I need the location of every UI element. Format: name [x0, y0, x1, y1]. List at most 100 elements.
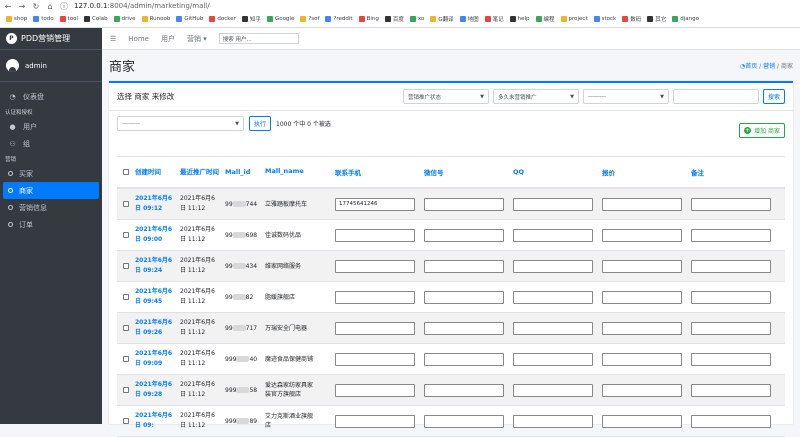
user-panel[interactable]: admin [0, 50, 102, 82]
wechat-field[interactable] [424, 383, 504, 397]
nav-users-link[interactable]: 用户 [161, 34, 175, 44]
breadcrumb-marketing[interactable]: 营销 [763, 63, 775, 70]
sidebar-item-merchants[interactable]: 商家 [3, 182, 99, 199]
breadcrumb-home[interactable]: ◔首页 [740, 63, 757, 70]
created-link[interactable]: 2021年6月6 日 09:24 [135, 256, 180, 275]
bookmark-item[interactable]: stock [591, 16, 620, 22]
quote-field[interactable] [602, 383, 682, 397]
select-all-checkbox[interactable] [123, 169, 129, 175]
bookmark-item[interactable]: ?sof [297, 16, 322, 22]
bookmark-item[interactable]: Runoob [139, 16, 174, 22]
created-link[interactable]: 2021年6月6 日 09:45 [135, 287, 180, 306]
bookmark-item[interactable]: project [558, 16, 591, 22]
qq-field[interactable] [513, 321, 593, 335]
column-header-note[interactable]: 备注 [691, 167, 780, 177]
bookmark-item[interactable]: docker [206, 16, 239, 22]
note-field[interactable] [691, 321, 771, 335]
note-field[interactable] [691, 259, 771, 273]
qq-field[interactable] [513, 259, 593, 273]
back-icon[interactable]: ← [4, 2, 12, 11]
bookmark-item[interactable]: G翻译 [427, 15, 456, 23]
bookmark-item[interactable]: drive [111, 16, 139, 22]
column-header-mall-id[interactable]: Mall_id [225, 168, 265, 176]
reload-icon[interactable]: ↻ [32, 2, 40, 11]
bookmark-item[interactable]: 百度 [382, 15, 407, 23]
search-button[interactable]: 搜索 [762, 89, 785, 104]
wechat-field[interactable] [424, 414, 504, 428]
wechat-field[interactable] [424, 321, 504, 335]
qq-field[interactable] [513, 383, 593, 397]
row-checkbox[interactable] [123, 232, 129, 238]
bookmark-item[interactable]: Bing [356, 16, 382, 22]
column-header-wechat[interactable]: 微信号 [424, 167, 513, 177]
created-link[interactable]: 2021年6月6 日 09:12 [135, 194, 180, 213]
filter-marketing-status[interactable]: 营销推广状态 ▼ [402, 89, 489, 104]
forward-icon[interactable]: → [18, 2, 26, 11]
qq-field[interactable] [513, 414, 593, 428]
bookmark-item[interactable]: help [507, 16, 533, 22]
phone-field[interactable] [335, 352, 415, 366]
phone-field[interactable]: 17745641246 [335, 197, 415, 211]
bookmark-item[interactable]: 编程 [533, 15, 558, 23]
quote-field[interactable] [602, 197, 682, 211]
sidebar-item-marketing-info[interactable]: 营销信息 [0, 199, 102, 216]
created-link[interactable]: 2021年6月6 日 09:09 [135, 349, 180, 368]
bookmark-item[interactable]: Colab [81, 16, 111, 22]
quote-field[interactable] [602, 352, 682, 366]
note-field[interactable] [691, 414, 771, 428]
search-input[interactable]: 搜索 用户... [218, 33, 299, 44]
nav-home-link[interactable]: Home [128, 35, 149, 43]
sidebar-item-buyers[interactable]: 买家 [0, 165, 102, 182]
bookmark-item[interactable]: ?reddit [322, 16, 355, 22]
sidebar-item-groups[interactable]: ⚇ 组 [0, 135, 102, 152]
column-header-phone[interactable]: 联系手机 [335, 167, 424, 177]
note-field[interactable] [691, 197, 771, 211]
sidebar-item-orders[interactable]: 订单 [0, 216, 102, 233]
filter-time-since-marketing[interactable]: 多久未营销推广 ▼ [492, 89, 579, 104]
filter-third[interactable]: --------- ▼ [582, 89, 669, 104]
quote-field[interactable] [602, 290, 682, 304]
wechat-field[interactable] [424, 352, 504, 366]
phone-field[interactable] [335, 321, 415, 335]
column-header-qq[interactable]: QQ [513, 168, 602, 176]
phone-field[interactable] [335, 259, 415, 273]
column-header-mall-name[interactable]: Mall_name [265, 167, 335, 177]
created-link[interactable]: 2021年6月6 日 09:00 [135, 225, 180, 244]
wechat-field[interactable] [424, 290, 504, 304]
created-link[interactable]: 2021年6月6 日 09:26 [135, 318, 180, 337]
bookmark-item[interactable]: 知乎 [239, 15, 264, 23]
phone-field[interactable] [335, 290, 415, 304]
column-header-quote[interactable]: 报价 [602, 167, 691, 177]
wechat-field[interactable] [424, 197, 504, 211]
changelist-search-input[interactable] [672, 89, 759, 104]
sidebar-item-users[interactable]: ● 用户 [0, 118, 102, 135]
note-field[interactable] [691, 290, 771, 304]
row-checkbox[interactable] [123, 387, 129, 393]
bookmark-item[interactable]: GitHub [173, 16, 206, 22]
bookmark-item[interactable]: shop [3, 16, 30, 22]
run-action-button[interactable]: 执行 [249, 116, 272, 131]
quote-field[interactable] [602, 228, 682, 242]
add-merchant-button[interactable]: + 增加 商家 [739, 123, 785, 138]
nav-marketing-dropdown[interactable]: 营销 ▾ [187, 34, 207, 44]
qq-field[interactable] [513, 352, 593, 366]
row-checkbox[interactable] [123, 294, 129, 300]
note-field[interactable] [691, 228, 771, 242]
phone-field[interactable] [335, 383, 415, 397]
bookmark-item[interactable]: 笔记 [482, 15, 507, 23]
quote-field[interactable] [602, 321, 682, 335]
created-link[interactable]: 2021年6月6 日 09: [135, 411, 180, 430]
bookmark-item[interactable]: Google [264, 16, 297, 22]
url-text[interactable]: 127.0.0.1:8004/admin/marketing/mall/ [74, 2, 210, 10]
sidebar-item-dashboard[interactable]: ◔ 仪表盘 [0, 88, 102, 105]
phone-field[interactable] [335, 414, 415, 428]
created-link[interactable]: 2021年6月6 日 09:28 [135, 380, 180, 399]
bookmark-item[interactable]: 其它 [644, 15, 669, 23]
bookmark-item[interactable]: django [669, 16, 702, 22]
action-select[interactable]: --------- ▼ [117, 116, 244, 131]
bookmark-item[interactable]: 数码 [619, 15, 644, 23]
column-header-recent[interactable]: 最近推广时间 [180, 167, 225, 177]
wechat-field[interactable] [424, 259, 504, 273]
note-field[interactable] [691, 352, 771, 366]
qq-field[interactable] [513, 290, 593, 304]
